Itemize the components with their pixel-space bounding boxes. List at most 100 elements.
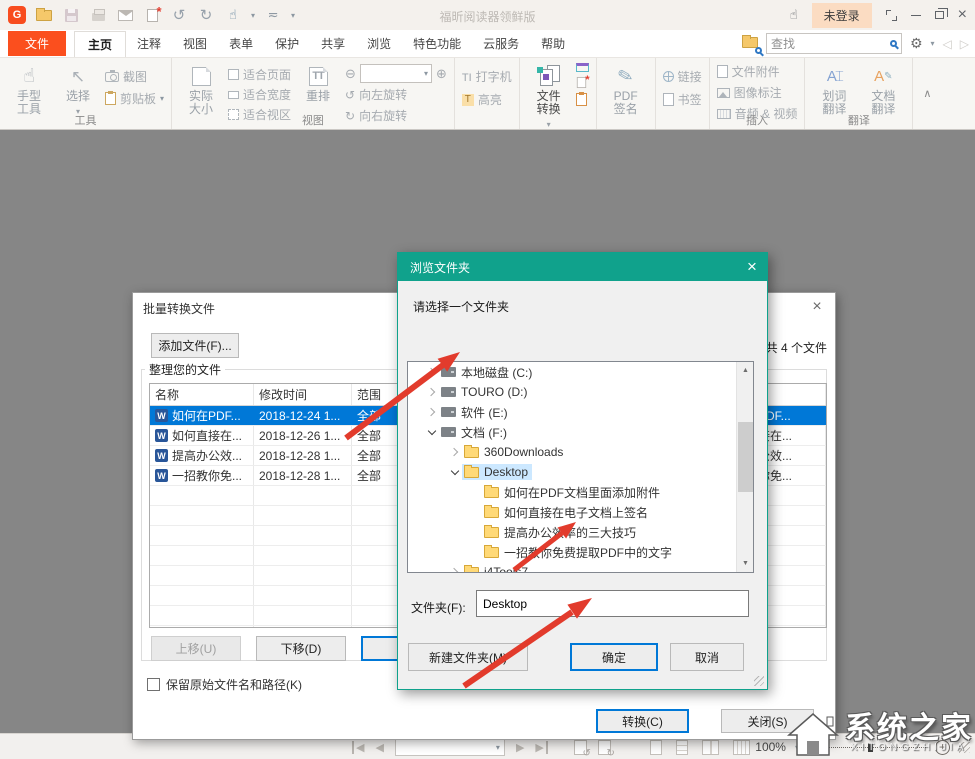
- clipboard-button[interactable]: 剪贴板▾: [105, 89, 164, 108]
- batch-close-icon[interactable]: [809, 299, 825, 315]
- tab-help[interactable]: 帮助: [530, 31, 576, 56]
- quick-access-customize-icon[interactable]: [264, 6, 282, 24]
- new-folder-button[interactable]: 新建文件夹(M): [408, 643, 528, 671]
- app-logo-icon[interactable]: [8, 6, 26, 24]
- rotate-left-button[interactable]: 向左旋转: [345, 85, 447, 104]
- word-translate-button[interactable]: 划词翻译: [812, 61, 856, 116]
- close-dialog-button[interactable]: 关闭(S): [721, 709, 814, 733]
- restore-button[interactable]: [935, 11, 944, 19]
- column-header-range[interactable]: 范围: [352, 384, 402, 405]
- facing-layout-icon[interactable]: [702, 740, 719, 755]
- zoom-slider-thumb[interactable]: [868, 743, 873, 752]
- bookmark-button[interactable]: 书签: [663, 90, 702, 109]
- undo-icon[interactable]: [170, 6, 188, 24]
- highlight-button[interactable]: 高亮: [462, 90, 512, 109]
- blank-doc-icon[interactable]: [576, 77, 585, 88]
- file-attachment-button[interactable]: 文件附件: [717, 62, 798, 81]
- tree-item-drive-e[interactable]: 软件 (E:): [408, 402, 753, 422]
- tab-file[interactable]: 文件: [8, 31, 66, 56]
- page-number-combo[interactable]: ▾: [395, 738, 505, 756]
- actual-size-button[interactable]: 实际大小: [179, 61, 223, 116]
- expander-icon[interactable]: [424, 405, 439, 420]
- snapshot-button[interactable]: 截图: [105, 67, 164, 86]
- fullscreen-icon[interactable]: [886, 10, 897, 21]
- expander-icon[interactable]: [424, 365, 439, 380]
- redo-icon[interactable]: [197, 6, 215, 24]
- move-down-button[interactable]: 下移(D): [256, 636, 346, 661]
- tab-features[interactable]: 特色功能: [402, 31, 472, 56]
- tab-comment[interactable]: 注释: [126, 31, 172, 56]
- zoom-level-label[interactable]: 100%: [755, 740, 786, 754]
- tree-item-folder[interactable]: i4Tools7: [408, 562, 753, 573]
- keep-original-checkbox[interactable]: [147, 678, 160, 691]
- tree-scrollbar[interactable]: ▲ ▼: [736, 362, 753, 572]
- convert-button[interactable]: 转换(C): [596, 709, 689, 733]
- expander-icon[interactable]: [447, 565, 462, 574]
- rotate-view-right-icon[interactable]: [598, 740, 611, 755]
- next-page-icon[interactable]: ▶: [516, 741, 524, 754]
- share-like-icon[interactable]: [790, 7, 798, 23]
- tab-share[interactable]: 共享: [310, 31, 356, 56]
- first-page-icon[interactable]: ◀: [352, 741, 364, 754]
- tab-form[interactable]: 表单: [218, 31, 264, 56]
- typewriter-button[interactable]: 打字机: [462, 67, 512, 86]
- reflow-button[interactable]: 重排: [296, 61, 340, 103]
- expander-icon[interactable]: [447, 465, 462, 480]
- ribbon-collapse-icon[interactable]: [913, 58, 941, 129]
- doc-translate-button[interactable]: 文档翻译: [861, 61, 905, 116]
- close-button[interactable]: [958, 8, 967, 22]
- zoom-caret-icon[interactable]: ▾: [795, 743, 799, 752]
- gear-icon[interactable]: [910, 35, 923, 52]
- hand-tool-button[interactable]: 手型工具: [7, 61, 51, 116]
- select-button[interactable]: 选择: [56, 61, 100, 118]
- column-header-time[interactable]: 修改时间: [254, 384, 352, 405]
- search-icon[interactable]: [890, 40, 897, 47]
- window-resize-grip-icon[interactable]: [959, 742, 970, 753]
- tab-home[interactable]: 主页: [74, 31, 126, 57]
- search-folder-icon[interactable]: [742, 37, 758, 51]
- nav-back-icon[interactable]: ◁: [943, 37, 952, 51]
- last-page-icon[interactable]: ▶: [535, 741, 547, 754]
- browse-close-icon[interactable]: [743, 258, 761, 276]
- minimize-button[interactable]: [911, 15, 921, 16]
- quick-access-caret-icon[interactable]: ▾: [291, 11, 295, 20]
- nav-forward-icon[interactable]: ▷: [960, 37, 969, 51]
- single-page-layout-icon[interactable]: [650, 740, 662, 755]
- zoom-plus-icon[interactable]: [935, 740, 950, 755]
- open-file-icon[interactable]: [35, 6, 53, 24]
- scroll-up-icon[interactable]: ▲: [737, 362, 754, 379]
- gear-caret-icon[interactable]: ▾: [931, 39, 935, 48]
- expander-icon[interactable]: [447, 445, 462, 460]
- paste-icon[interactable]: [576, 93, 587, 106]
- move-up-button[interactable]: 上移(U): [151, 636, 241, 661]
- cancel-button[interactable]: 取消: [670, 643, 744, 671]
- folder-name-input[interactable]: [476, 590, 749, 617]
- find-input[interactable]: [771, 37, 890, 51]
- tree-item-folder[interactable]: 如何在PDF文档里面添加附件: [408, 482, 753, 502]
- email-icon[interactable]: [116, 6, 134, 24]
- tab-cloud[interactable]: 云服务: [472, 31, 530, 56]
- expander-icon[interactable]: [424, 425, 439, 440]
- zoom-minus-icon[interactable]: [808, 747, 817, 748]
- tree-item-folder[interactable]: 360Downloads: [408, 442, 753, 462]
- tree-item-desktop-selected[interactable]: Desktop: [408, 462, 753, 482]
- tree-item-drive-f[interactable]: 文档 (F:): [408, 422, 753, 442]
- pdf-sign-button[interactable]: PDF签名: [604, 61, 648, 116]
- tree-item-folder[interactable]: 一招教你免费提取PDF中的文字: [408, 542, 753, 562]
- file-convert-button[interactable]: 文件转换: [527, 61, 571, 131]
- tree-item-folder[interactable]: 如何直接在电子文档上签名: [408, 502, 753, 522]
- tab-browse[interactable]: 浏览: [356, 31, 402, 56]
- expander-icon[interactable]: [424, 385, 439, 400]
- save-icon[interactable]: [62, 6, 80, 24]
- tree-item-drive-c[interactable]: 本地磁盘 (C:): [408, 362, 753, 382]
- new-document-icon[interactable]: [143, 6, 161, 24]
- ok-button[interactable]: 确定: [570, 643, 658, 671]
- zoom-out-icon[interactable]: [345, 66, 356, 82]
- scan-icon[interactable]: [576, 63, 589, 72]
- fit-page-button[interactable]: 适合页面: [228, 65, 291, 84]
- add-file-button[interactable]: 添加文件(F)...: [151, 333, 239, 358]
- previous-page-icon[interactable]: ◀: [375, 741, 383, 754]
- print-icon[interactable]: [89, 6, 107, 24]
- zoom-combo[interactable]: ▾: [360, 64, 432, 83]
- continuous-facing-layout-icon[interactable]: [733, 740, 750, 755]
